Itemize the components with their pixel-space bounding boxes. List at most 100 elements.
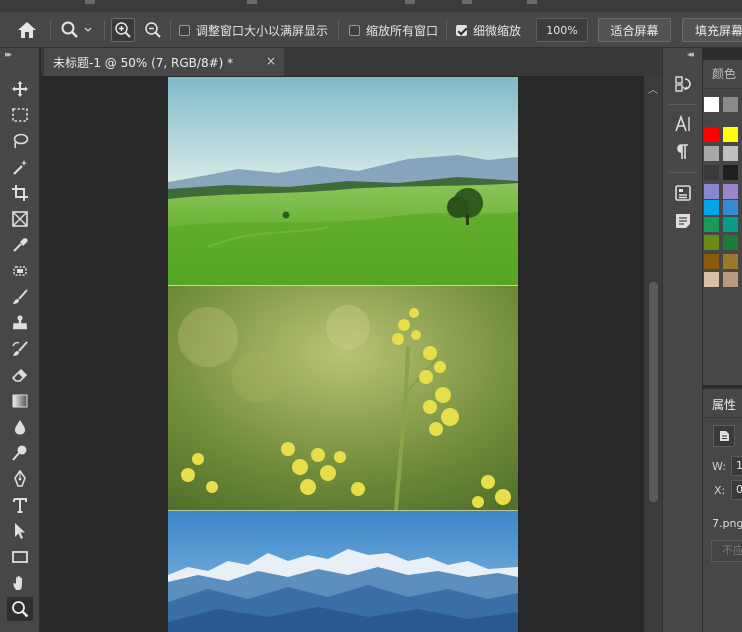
zoom-tool[interactable] xyxy=(7,597,33,621)
character-icon xyxy=(675,115,690,132)
fit-screen-button[interactable]: 适合屏幕 xyxy=(598,18,671,42)
fill-screen-button[interactable]: 填充屏幕 xyxy=(682,18,742,42)
history-brush-tool[interactable] xyxy=(7,337,33,361)
pen-icon xyxy=(14,470,26,487)
stamp-icon xyxy=(13,315,27,330)
vertical-scrollbar[interactable]: ︿ xyxy=(644,76,662,632)
zoom-in-icon xyxy=(115,22,131,38)
paragraph-panel-button[interactable] xyxy=(671,140,695,164)
brush-tool[interactable] xyxy=(7,285,33,309)
properties-panel-title[interactable]: 属性 xyxy=(712,396,736,413)
flowers-image xyxy=(168,286,518,512)
brush-icon xyxy=(13,289,28,304)
gradient-tool[interactable] xyxy=(7,389,33,413)
disabled-action-button[interactable]: 不应 xyxy=(711,540,742,562)
menu-bar-remnant xyxy=(0,0,742,12)
smart-object-button[interactable] xyxy=(713,425,735,447)
zoom-icon xyxy=(61,21,78,38)
document-icon xyxy=(720,431,729,441)
color-swatch[interactable] xyxy=(723,97,738,112)
spot-healing-tool[interactable] xyxy=(7,259,33,283)
color-swatch[interactable] xyxy=(704,127,719,142)
color-swatch[interactable] xyxy=(723,184,738,199)
color-swatch[interactable] xyxy=(704,254,719,269)
color-swatch[interactable] xyxy=(704,146,719,161)
move-tool[interactable] xyxy=(7,77,33,101)
home-button[interactable] xyxy=(17,12,37,48)
lasso-tool[interactable] xyxy=(7,129,33,153)
blur-tool[interactable] xyxy=(7,415,33,439)
color-panel-title[interactable]: 颜色 xyxy=(712,65,736,82)
color-swatch[interactable] xyxy=(723,217,738,232)
rectangle-icon xyxy=(12,551,28,563)
color-swatch[interactable] xyxy=(704,97,719,112)
eyedropper-tool[interactable] xyxy=(7,233,33,257)
color-swatch[interactable] xyxy=(704,272,719,287)
color-swatch[interactable] xyxy=(704,200,719,215)
zoom-out-button[interactable] xyxy=(141,18,165,42)
frame-tool[interactable] xyxy=(7,207,33,231)
gradient-icon xyxy=(12,394,28,408)
color-swatch[interactable] xyxy=(723,200,738,215)
character-panel-button[interactable] xyxy=(671,112,695,136)
scrubby-zoom-label: 细微缩放 xyxy=(473,23,522,38)
scroll-up-icon[interactable]: ︿ xyxy=(648,81,658,96)
color-swatch[interactable] xyxy=(704,217,719,232)
x-field[interactable]: 0 xyxy=(731,480,742,500)
color-swatches-panel: 颜色 xyxy=(703,60,742,385)
rectangle-tool[interactable] xyxy=(7,545,33,569)
pen-tool[interactable] xyxy=(7,467,33,491)
type-tool[interactable] xyxy=(7,493,33,517)
zoom-percent-field[interactable]: 100% xyxy=(536,18,588,42)
path-select-tool[interactable] xyxy=(7,519,33,543)
options-bar: 调整窗口大小以满屏显示 缩放所有窗口 细微缩放 100% 适合屏幕 填充屏幕 xyxy=(0,12,742,48)
crop-tool[interactable] xyxy=(7,181,33,205)
color-swatch[interactable] xyxy=(704,184,719,199)
notes-icon xyxy=(676,214,690,228)
lasso-icon xyxy=(13,133,29,149)
close-tab-button[interactable]: × xyxy=(266,54,276,68)
marquee-tool[interactable] xyxy=(7,103,33,127)
history-panel-button[interactable] xyxy=(671,72,695,96)
scrollbar-thumb[interactable] xyxy=(649,282,658,502)
dodge-tool[interactable] xyxy=(7,441,33,465)
canvas-area[interactable] xyxy=(41,76,644,632)
properties-panel: 属性 W: 1 X: 0 7.png 不应 xyxy=(703,387,742,632)
clone-stamp-tool[interactable] xyxy=(7,311,33,335)
zoom-all-windows-checkbox[interactable]: 缩放所有窗口 xyxy=(349,12,438,48)
document-canvas[interactable] xyxy=(168,77,518,632)
eraser-tool[interactable] xyxy=(7,363,33,387)
zoom-in-button[interactable] xyxy=(111,18,135,42)
collapse-panel-icon[interactable]: ▸▸ xyxy=(5,50,12,60)
zoom-tool-preset-button[interactable] xyxy=(60,12,93,48)
quick-select-tool[interactable] xyxy=(7,155,33,179)
eyedropper-icon xyxy=(13,238,28,252)
color-swatch[interactable] xyxy=(723,146,738,161)
crop-icon xyxy=(12,185,28,201)
color-swatch[interactable] xyxy=(723,272,738,287)
collapse-dock-icon[interactable]: ◂◂ xyxy=(687,50,694,60)
dodge-icon xyxy=(12,445,27,461)
document-tab-title: 未标题-1 @ 50% (7, RGB/8#) * xyxy=(53,55,234,70)
resize-windows-checkbox-box[interactable] xyxy=(179,24,190,36)
libraries-panel-button[interactable] xyxy=(671,181,695,205)
scrubby-zoom-checkbox-box[interactable] xyxy=(456,24,467,36)
notes-panel-button[interactable] xyxy=(671,209,695,233)
hand-tool[interactable] xyxy=(7,571,33,595)
document-tab[interactable]: 未标题-1 @ 50% (7, RGB/8#) * × xyxy=(44,48,284,76)
resize-windows-label: 调整窗口大小以满屏显示 xyxy=(196,23,329,38)
libraries-icon xyxy=(675,185,691,201)
scrubby-zoom-checkbox[interactable]: 细微缩放 xyxy=(456,12,521,48)
color-swatch[interactable] xyxy=(723,254,738,269)
color-swatch[interactable] xyxy=(723,127,738,142)
width-field[interactable]: 1 xyxy=(731,456,742,476)
zoom-all-windows-checkbox-box[interactable] xyxy=(349,24,360,36)
hand-icon xyxy=(13,576,22,590)
color-swatch[interactable] xyxy=(723,165,738,180)
color-swatch[interactable] xyxy=(704,165,719,180)
frame-icon xyxy=(12,211,28,227)
color-swatch[interactable] xyxy=(723,235,738,250)
width-label: W: xyxy=(712,460,726,473)
resize-windows-checkbox[interactable]: 调整窗口大小以满屏显示 xyxy=(179,12,328,48)
color-swatch[interactable] xyxy=(704,235,719,250)
